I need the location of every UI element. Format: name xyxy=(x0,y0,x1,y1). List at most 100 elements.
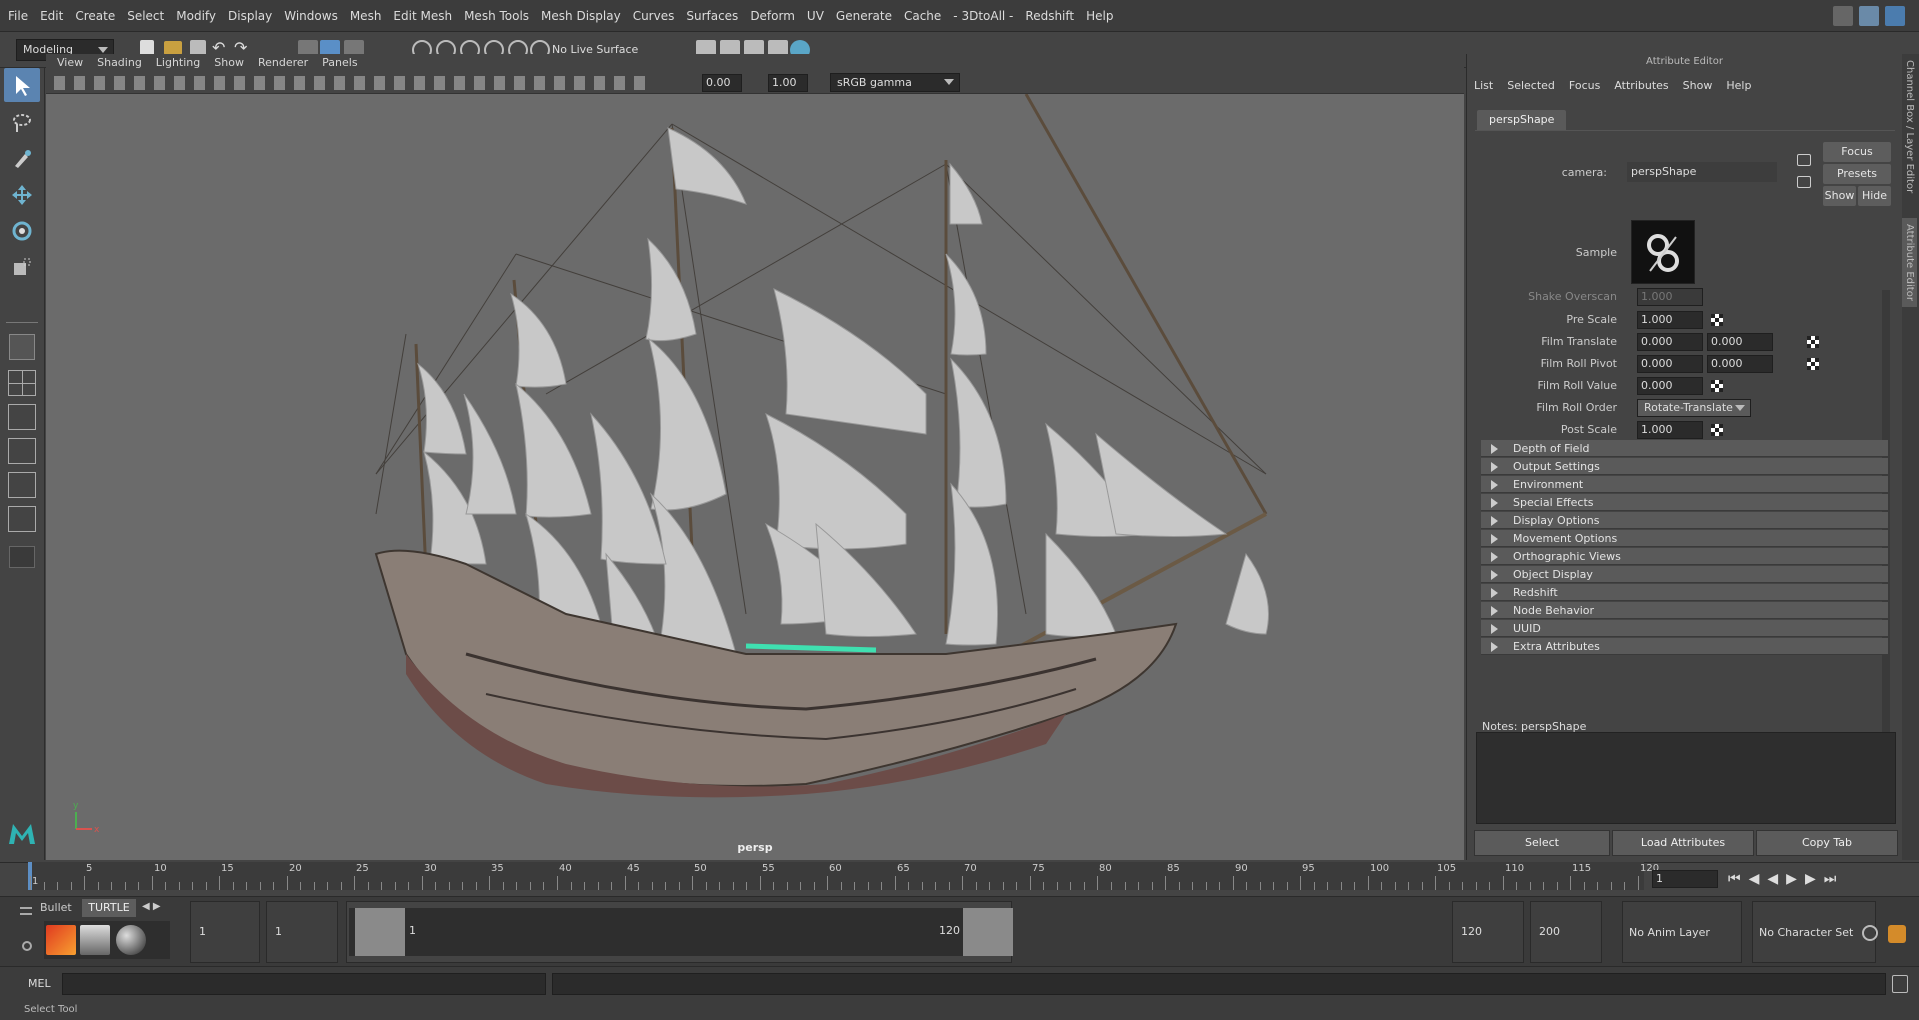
copy-tab-button[interactable]: Copy Tab xyxy=(1756,830,1898,856)
viewport-tool-icons[interactable] xyxy=(54,76,654,90)
menu-select[interactable]: Select xyxy=(121,0,170,32)
ae-focus-output-icon[interactable] xyxy=(1797,176,1811,188)
select-button[interactable]: Select xyxy=(1474,830,1610,856)
presets-button[interactable]: Presets xyxy=(1823,164,1891,184)
layout-icon[interactable] xyxy=(1833,6,1853,26)
outliner-layout[interactable] xyxy=(4,436,40,466)
menu-deform[interactable]: Deform xyxy=(744,0,801,32)
playback-start-field[interactable]: 1 xyxy=(266,901,338,963)
anim-prefs-icon[interactable] xyxy=(1888,925,1906,943)
menu-redshift[interactable]: Redshift xyxy=(1019,0,1080,32)
turtle-render-icon[interactable] xyxy=(80,925,110,955)
menu-display[interactable]: Display xyxy=(222,0,278,32)
shelf-menu-icon[interactable] xyxy=(20,907,32,915)
menu-generate[interactable]: Generate xyxy=(830,0,898,32)
perspective-viewport[interactable]: y x persp xyxy=(46,94,1464,860)
menu-uv[interactable]: UV xyxy=(801,0,830,32)
load-attributes-button[interactable]: Load Attributes xyxy=(1612,830,1754,856)
section-extra-attributes[interactable]: Extra Attributes xyxy=(1481,638,1888,655)
step-back-icon[interactable]: ◀ xyxy=(1749,871,1768,887)
shelf-tab-scroll[interactable]: ◀ ▶ xyxy=(142,901,161,912)
playback-end-field[interactable]: 120 xyxy=(1452,901,1524,963)
section-special-effects[interactable]: Special Effects xyxy=(1481,494,1888,511)
section-depth-of-field[interactable]: Depth of Field xyxy=(1481,440,1888,457)
exposure-field[interactable]: 0.00 xyxy=(702,74,742,92)
section-object-display[interactable]: Object Display xyxy=(1481,566,1888,583)
ae-menu-focus[interactable]: Focus xyxy=(1562,76,1607,96)
section-orthographic-views[interactable]: Orthographic Views xyxy=(1481,548,1888,565)
menu-help[interactable]: Help xyxy=(1080,0,1119,32)
section-output-settings[interactable]: Output Settings xyxy=(1481,458,1888,475)
film-roll-order-dropdown[interactable]: Rotate-Translate xyxy=(1637,399,1751,417)
galleon-model[interactable]: y x xyxy=(46,94,1464,860)
pre-scale-field[interactable]: 1.000 xyxy=(1637,311,1703,329)
hypershade-layout[interactable] xyxy=(4,504,40,534)
section-display-options[interactable]: Display Options xyxy=(1481,512,1888,529)
time-ruler[interactable]: 1 5 10 15 20 25 30 35 40 45 50 55 60 65 70 75 80 85 90 95 10… xyxy=(28,862,1659,890)
single-view-layout[interactable] xyxy=(4,330,40,364)
menu-edit[interactable]: Edit xyxy=(34,0,69,32)
ae-focus-input-icon[interactable] xyxy=(1797,154,1811,166)
command-input[interactable] xyxy=(62,973,546,995)
ae-menu-list[interactable]: List xyxy=(1467,76,1500,96)
hide-button[interactable]: Hide xyxy=(1858,186,1891,206)
viewport-menu-shading[interactable]: Shading xyxy=(90,54,149,72)
ae-menu-attributes[interactable]: Attributes xyxy=(1607,76,1675,96)
menu-windows[interactable]: Windows xyxy=(278,0,344,32)
graph-layout[interactable] xyxy=(4,470,40,500)
section-uuid[interactable]: UUID xyxy=(1481,620,1888,637)
film-translate-x-field[interactable]: 0.000 xyxy=(1637,333,1703,351)
command-language-label[interactable]: MEL xyxy=(28,977,51,990)
shelf-tab-turtle[interactable]: TURTLE xyxy=(82,899,136,917)
range-slider-track[interactable]: 1 120 xyxy=(346,901,1013,963)
film-translate-map-icon[interactable] xyxy=(1807,336,1819,348)
layout-icon-2[interactable] xyxy=(1859,6,1879,26)
move-tool[interactable] xyxy=(4,178,40,212)
menu-mesh[interactable]: Mesh xyxy=(344,0,388,32)
colorspace-dropdown[interactable]: sRGB gamma xyxy=(830,73,960,92)
viewport-menu-lighting[interactable]: Lighting xyxy=(149,54,207,72)
section-node-behavior[interactable]: Node Behavior xyxy=(1481,602,1888,619)
go-to-end-icon[interactable]: ⏭ xyxy=(1824,871,1845,887)
playback-controls[interactable]: ⏮◀◀▶▶⏭ xyxy=(1728,870,1914,888)
tab-perspshape[interactable]: perspShape xyxy=(1477,110,1567,130)
bullet-fire-icon[interactable] xyxy=(46,925,76,955)
animation-end-field[interactable]: 200 xyxy=(1530,901,1602,963)
four-view-layout[interactable] xyxy=(4,368,40,398)
select-tool[interactable] xyxy=(4,68,40,102)
sphere-shader-icon[interactable] xyxy=(116,925,146,955)
film-roll-pivot-x-field[interactable]: 0.000 xyxy=(1637,355,1703,373)
viewport-menu-show[interactable]: Show xyxy=(207,54,251,72)
shelf-gear-icon[interactable] xyxy=(22,941,32,951)
menu-modify[interactable]: Modify xyxy=(170,0,222,32)
menu-file[interactable]: File xyxy=(2,0,34,32)
menu-mesh-display[interactable]: Mesh Display xyxy=(535,0,627,32)
channel-box-tab[interactable]: Channel Box / Layer Editor xyxy=(1904,60,1915,193)
open-scene-icon[interactable] xyxy=(164,41,182,55)
play-back-icon[interactable]: ◀ xyxy=(1767,871,1786,887)
focus-button[interactable]: Focus xyxy=(1823,142,1891,162)
film-roll-pivot-y-field[interactable]: 0.000 xyxy=(1707,355,1773,373)
two-view-layout[interactable] xyxy=(4,402,40,432)
viewport-menu-panels[interactable]: Panels xyxy=(315,54,364,72)
viewport-menu-view[interactable]: View xyxy=(50,54,90,72)
ae-menu-help[interactable]: Help xyxy=(1719,76,1758,96)
anim-layer-dropdown[interactable]: No Anim Layer xyxy=(1622,901,1742,963)
character-set-dropdown[interactable]: No Character Set xyxy=(1752,901,1876,963)
ae-menu-show[interactable]: Show xyxy=(1676,76,1720,96)
scale-tool[interactable] xyxy=(4,250,40,284)
step-forward-icon[interactable]: ▶ xyxy=(1805,871,1824,887)
play-forward-icon[interactable]: ▶ xyxy=(1786,871,1805,887)
lasso-tool[interactable] xyxy=(4,106,40,140)
paint-select-tool[interactable] xyxy=(4,142,40,176)
gamma-field[interactable]: 1.00 xyxy=(768,74,808,92)
menu-cache[interactable]: Cache xyxy=(898,0,947,32)
film-roll-pivot-map-icon[interactable] xyxy=(1807,358,1819,370)
layout-icon-3[interactable] xyxy=(1885,6,1905,26)
viewport-menu-renderer[interactable]: Renderer xyxy=(251,54,315,72)
film-roll-value-map-icon[interactable] xyxy=(1711,380,1723,392)
post-scale-field[interactable]: 1.000 xyxy=(1637,421,1703,439)
current-frame-field[interactable]: 1 xyxy=(1652,870,1718,888)
auto-key-icon[interactable] xyxy=(1862,925,1878,941)
film-roll-value-field[interactable]: 0.000 xyxy=(1637,377,1703,395)
